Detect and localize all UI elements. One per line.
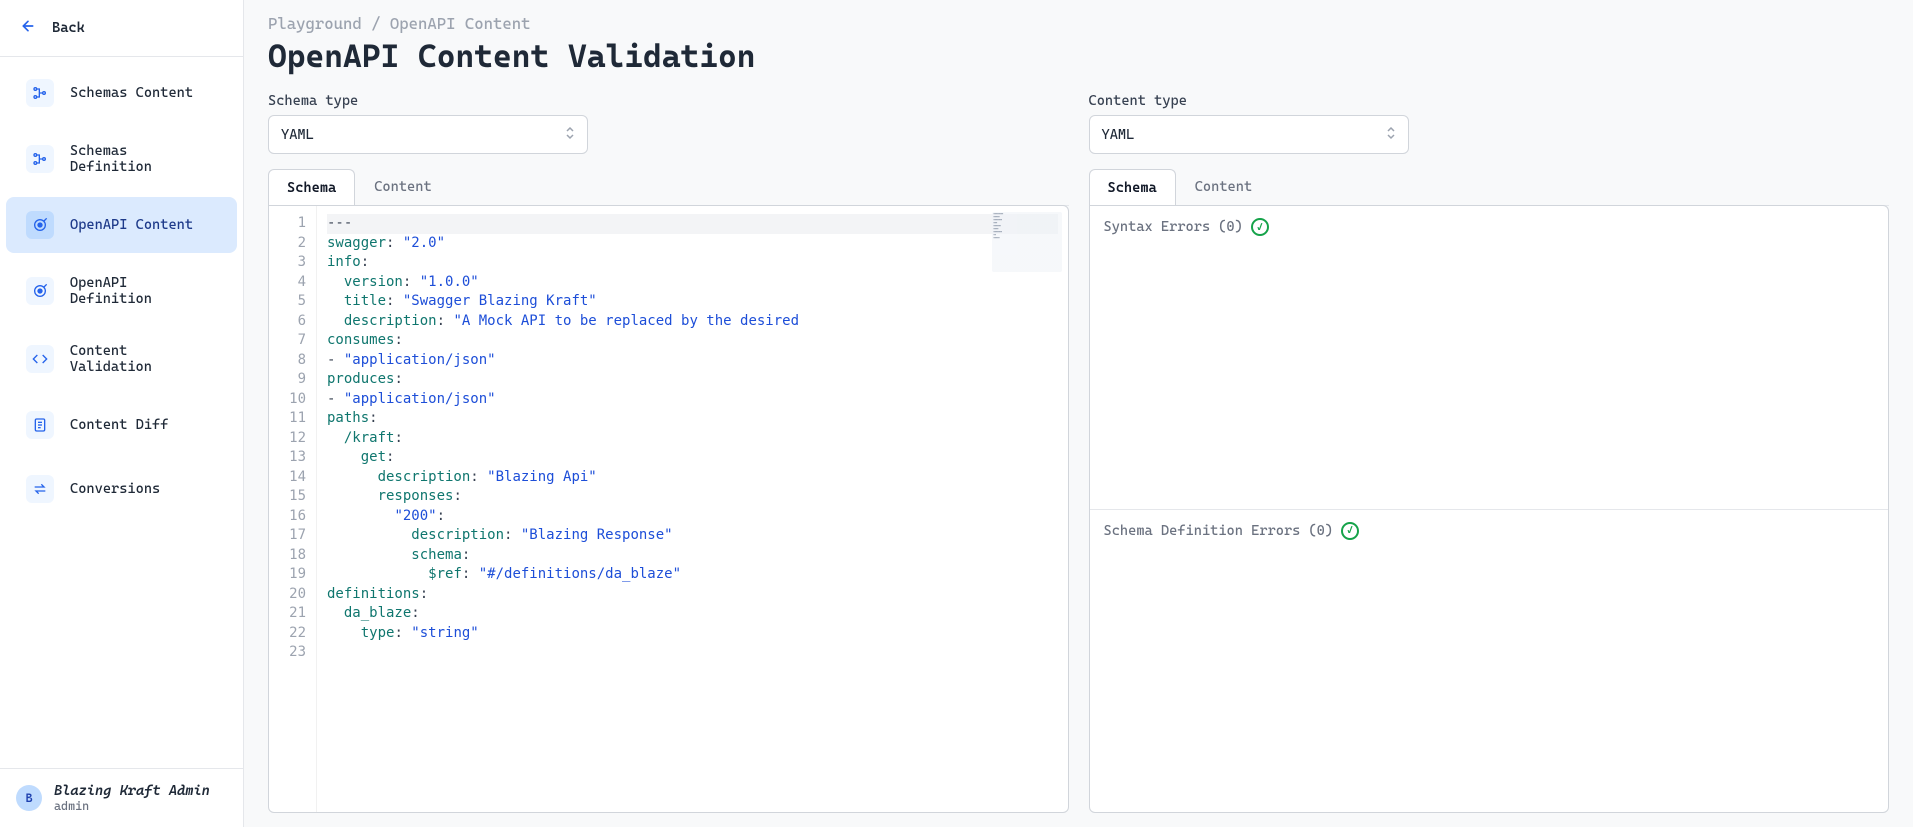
content-type-select[interactable]: YAML [1089, 115, 1409, 154]
code-line[interactable]: responses: [327, 487, 1058, 507]
code-line[interactable]: --- [327, 214, 1058, 234]
code-line[interactable]: $ref: "#/definitions/da_blaze" [327, 565, 1058, 585]
content-type-value: YAML [1102, 127, 1135, 143]
error-count: (0) [1218, 219, 1243, 235]
code-line[interactable]: description: "Blazing Response" [327, 526, 1058, 546]
code-line[interactable]: description: "Blazing Api" [327, 468, 1058, 488]
schema-nodes-icon [26, 79, 54, 107]
code-line[interactable]: paths: [327, 409, 1058, 429]
code-line[interactable]: description: "A Mock API to be replaced … [327, 312, 1058, 332]
swap-icon [26, 475, 54, 503]
right-tab-schema[interactable]: Schema [1089, 169, 1176, 206]
code-line[interactable]: - "application/json" [327, 351, 1058, 371]
code-line[interactable]: type: "string" [327, 624, 1058, 644]
check-circle-icon: ✓ [1251, 218, 1269, 236]
content-type-label: Content type [1089, 93, 1890, 109]
schema-type-value: YAML [281, 127, 314, 143]
sidebar-item-schemas-definition[interactable]: Schemas Definition [6, 129, 237, 189]
code-line[interactable]: info: [327, 253, 1058, 273]
user-name: Blazing Kraft Admin [54, 783, 210, 799]
document-icon [26, 411, 54, 439]
sidebar-item-content-diff[interactable]: Content Diff [6, 397, 237, 453]
breadcrumb: Playground / OpenAPI Content [268, 14, 1889, 33]
code-line[interactable]: "200": [327, 507, 1058, 527]
sidebar-item-label: OpenAPI Definition [70, 275, 217, 307]
schema-type-label: Schema type [268, 93, 1069, 109]
sidebar-item-content-validation[interactable]: Content Validation [6, 329, 237, 389]
target-icon [26, 277, 54, 305]
error-header: Syntax Errors (0) ✓ [1104, 218, 1875, 236]
right-tab-content[interactable]: Content [1176, 168, 1271, 205]
sidebar: Back Schemas Content Schemas Definition Op… [0, 0, 244, 827]
main-content: Playground / OpenAPI Content OpenAPI Con… [244, 0, 1913, 827]
user-role: admin [54, 799, 210, 813]
line-gutter: 1234567891011121314151617181920212223 [269, 206, 317, 812]
sidebar-item-openapi-content[interactable]: OpenAPI Content [6, 197, 237, 253]
code-area[interactable]: ---swagger: "2.0"info: version: "1.0.0" … [317, 206, 1068, 812]
sidebar-item-label: Schemas Definition [70, 143, 217, 175]
error-label: Schema Definition Errors [1104, 523, 1301, 539]
error-block-schema-definition-errors: Schema Definition Errors (0) ✓ [1090, 510, 1889, 813]
code-line[interactable]: produces: [327, 370, 1058, 390]
back-button[interactable]: Back [0, 0, 243, 57]
back-label: Back [52, 20, 85, 36]
code-line[interactable]: da_blaze: [327, 604, 1058, 624]
errors-panel: Syntax Errors(0)✓Schema Definition Error… [1089, 205, 1890, 813]
target-icon [26, 211, 54, 239]
sidebar-item-label: Content Diff [70, 417, 168, 433]
avatar: B [16, 785, 42, 811]
sidebar-item-label: Conversions [70, 481, 160, 497]
right-tabs: SchemaContent [1089, 168, 1890, 206]
schema-type-select[interactable]: YAML [268, 115, 588, 154]
user-footer[interactable]: B Blazing Kraft Admin admin [0, 768, 243, 827]
sidebar-item-label: Content Validation [70, 343, 217, 375]
chevron-updown-icon [1386, 126, 1396, 143]
schema-nodes-icon [26, 145, 54, 173]
schema-column: Schema type YAML SchemaContent 123456789… [268, 93, 1069, 813]
left-tab-schema[interactable]: Schema [268, 169, 355, 206]
code-line[interactable]: schema: [327, 546, 1058, 566]
code-line[interactable]: swagger: "2.0" [327, 234, 1058, 254]
sidebar-item-conversions[interactable]: Conversions [6, 461, 237, 517]
code-editor[interactable]: 1234567891011121314151617181920212223 --… [269, 206, 1068, 812]
chevron-updown-icon [565, 126, 575, 143]
code-line[interactable]: get: [327, 448, 1058, 468]
code-line[interactable]: /kraft: [327, 429, 1058, 449]
code-editor-panel: 1234567891011121314151617181920212223 --… [268, 205, 1069, 813]
content-column: Content type YAML SchemaContent Syntax E… [1089, 93, 1890, 813]
sidebar-item-openapi-definition[interactable]: OpenAPI Definition [6, 261, 237, 321]
code-line[interactable]: consumes: [327, 331, 1058, 351]
error-block-syntax-errors: Syntax Errors (0) ✓ [1090, 206, 1889, 510]
sidebar-item-label: Schemas Content [70, 85, 193, 101]
code-icon [26, 345, 54, 373]
code-line[interactable]: definitions: [327, 585, 1058, 605]
sidebar-item-schemas-content[interactable]: Schemas Content [6, 65, 237, 121]
page-title: OpenAPI Content Validation [268, 37, 1889, 75]
code-line[interactable]: title: "Swagger Blazing Kraft" [327, 292, 1058, 312]
code-line[interactable]: - "application/json" [327, 390, 1058, 410]
error-header: Schema Definition Errors (0) ✓ [1104, 522, 1875, 540]
code-line[interactable] [327, 643, 1058, 663]
check-circle-icon: ✓ [1341, 522, 1359, 540]
error-count: (0) [1308, 523, 1333, 539]
arrow-left-icon [20, 18, 36, 38]
sidebar-nav: Back Schemas Content Schemas Definition Op… [0, 0, 243, 768]
error-label: Syntax Errors [1104, 219, 1211, 235]
sidebar-item-label: OpenAPI Content [70, 217, 193, 233]
left-tabs: SchemaContent [268, 168, 1069, 206]
code-line[interactable]: version: "1.0.0" [327, 273, 1058, 293]
left-tab-content[interactable]: Content [355, 168, 450, 205]
